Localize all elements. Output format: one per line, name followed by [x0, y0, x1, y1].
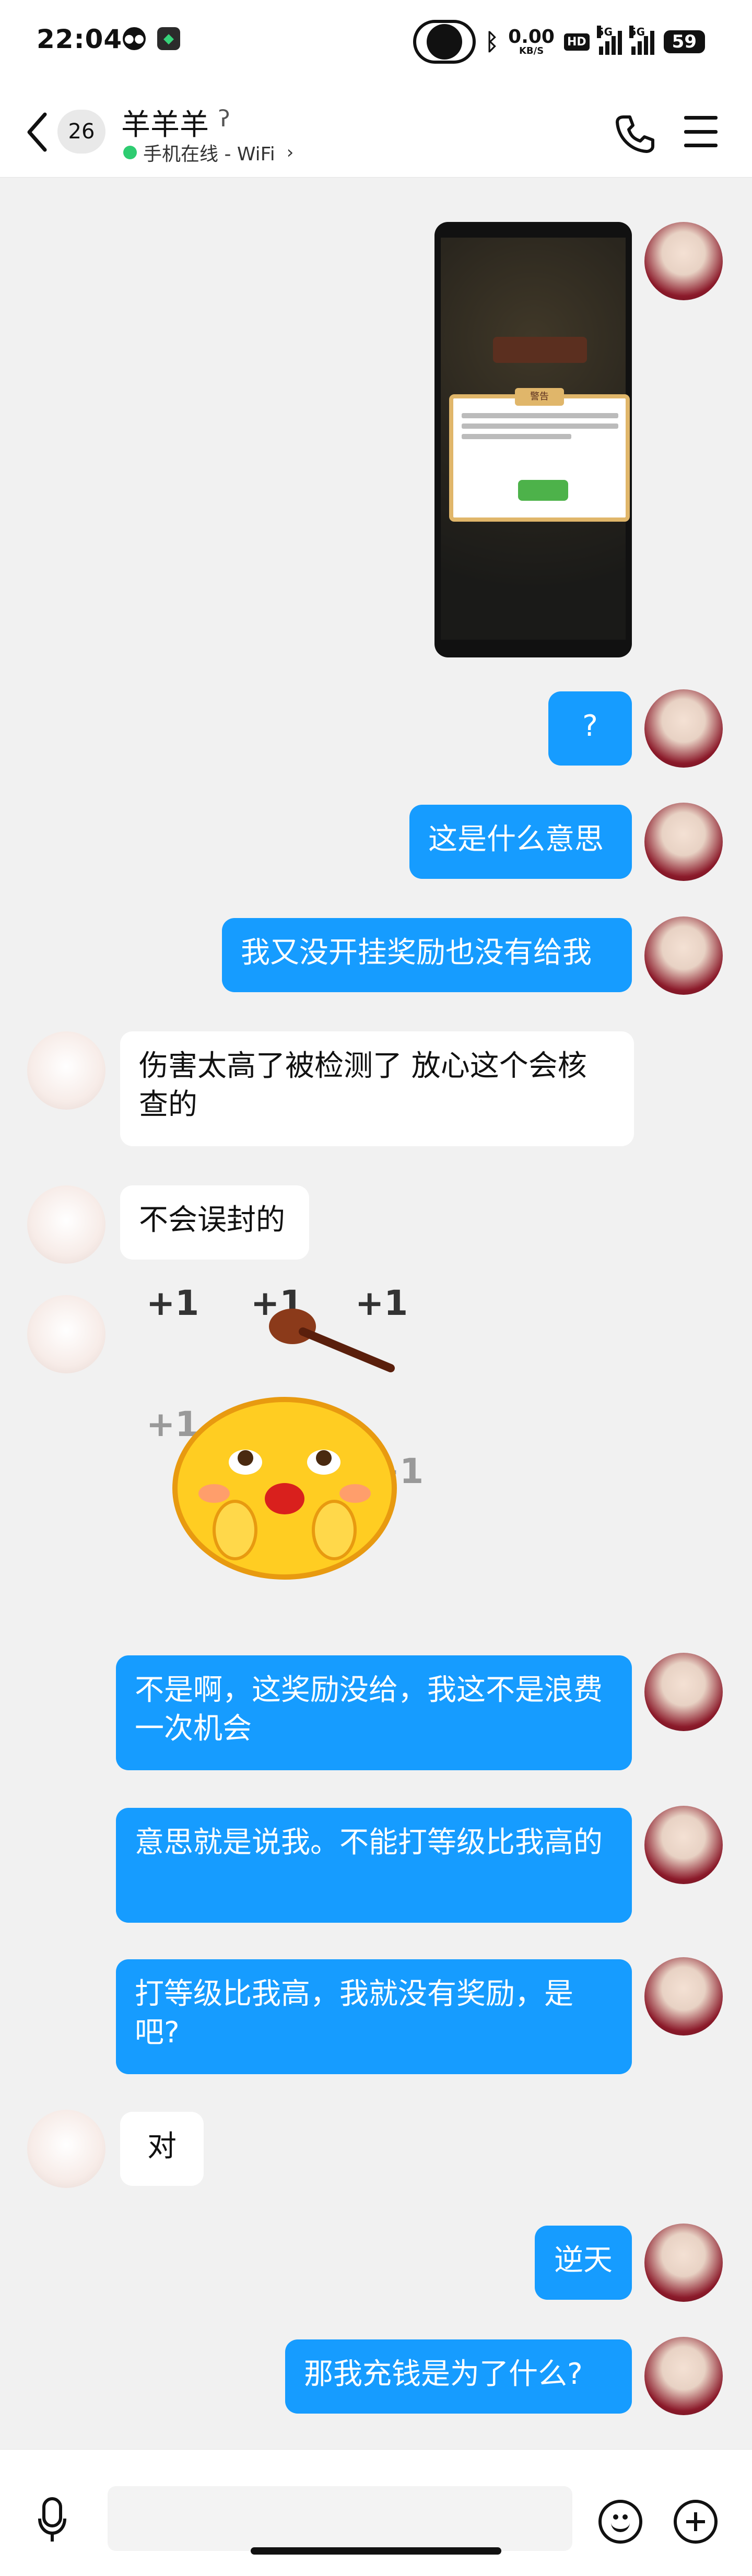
message-bubble[interactable]: 打等级比我高，我就没有奖励，是吧? — [116, 1959, 632, 2074]
presence-status[interactable]: 手机在线 - WiFi › — [123, 139, 293, 166]
plus-icon[interactable] — [674, 2500, 718, 2544]
menu-icon — [684, 116, 718, 120]
chevron-right-icon: › — [286, 142, 294, 163]
input-bar — [0, 2449, 752, 2576]
status-right: ᛒ 0.00 KB/S HD 5G 5G 59 — [413, 20, 705, 64]
menu-button[interactable] — [684, 116, 718, 147]
avatar[interactable] — [644, 222, 723, 300]
mic-icon[interactable] — [37, 2497, 68, 2544]
game-dialog: 警告 — [449, 388, 630, 522]
online-dot — [123, 146, 137, 159]
sticker-plus-one: +1 — [355, 1285, 408, 1323]
message-bubble[interactable]: 我又没开挂奖励也没有给我 — [222, 918, 632, 992]
avatar[interactable] — [644, 1653, 723, 1731]
phone-icon[interactable] — [614, 113, 656, 155]
signal-icon: 5G — [596, 26, 622, 55]
message-bubble[interactable]: 这是什么意思 — [409, 805, 632, 879]
avatar[interactable] — [644, 2224, 723, 2302]
back-button[interactable] — [25, 109, 54, 156]
message-bubble[interactable]: ? — [548, 691, 632, 766]
avatar[interactable] — [644, 1806, 723, 1884]
hd-badge: HD — [563, 33, 590, 51]
signal-icon: 5G — [629, 26, 654, 55]
ear-icon: ʔ — [218, 105, 230, 132]
notification-icons: ●● ◆ — [123, 27, 180, 50]
emoji-icon[interactable] — [598, 2500, 642, 2544]
battery-icon: 59 — [663, 30, 705, 53]
wechat-icon: ●● — [123, 27, 146, 50]
message-input[interactable] — [108, 2486, 572, 2551]
net-speed: 0.00 KB/S — [508, 26, 555, 56]
avatar[interactable] — [27, 1031, 105, 1110]
unread-count-badge[interactable]: 26 — [57, 110, 105, 154]
avatar[interactable] — [644, 916, 723, 995]
sticker-message[interactable]: +1 +1 +1 +1 +1 — [125, 1285, 428, 1608]
game-screenshot: 警告 — [441, 238, 630, 640]
avatar[interactable] — [644, 1957, 723, 2036]
status-bar: 22:04 ●● ◆ ᛒ 0.00 KB/S HD 5G 5G 59 — [0, 0, 752, 84]
message-bubble[interactable]: 对 — [120, 2112, 204, 2186]
message-bubble[interactable]: 不是啊，这奖励没给，我这不是浪费一次机会 — [116, 1655, 632, 1770]
avatar[interactable] — [27, 1295, 105, 1373]
back-icon — [27, 112, 47, 152]
avatar[interactable] — [27, 1185, 105, 1264]
avatar[interactable] — [27, 2110, 105, 2188]
message-bubble[interactable]: 意思就是说我。不能打等级比我高的 — [116, 1808, 632, 1923]
camera-cutout — [413, 20, 476, 64]
message-bubble[interactable]: 那我充钱是为了什么? — [285, 2339, 632, 2414]
message-bubble[interactable]: 逆天 — [535, 2226, 632, 2300]
app-icon: ◆ — [157, 27, 180, 50]
avatar[interactable] — [644, 803, 723, 881]
image-message[interactable]: 警告 — [434, 222, 632, 657]
message-bubble[interactable]: 伤害太高了被检测了 放心这个会核查的 — [120, 1031, 634, 1146]
bluetooth-icon: ᛒ — [485, 28, 499, 55]
message-bubble[interactable]: 不会误封的 — [120, 1185, 309, 1260]
status-time: 22:04 — [37, 24, 123, 54]
chat-header: 26 羊羊羊 ʔ 手机在线 - WiFi › — [0, 84, 752, 178]
avatar[interactable] — [644, 689, 723, 768]
home-indicator[interactable] — [251, 2547, 501, 2555]
avatar[interactable] — [644, 2337, 723, 2415]
contact-name[interactable]: 羊羊羊 — [121, 101, 209, 144]
sticker-plus-one: +1 — [146, 1285, 199, 1323]
presence-text: 手机在线 - WiFi — [143, 144, 275, 165]
